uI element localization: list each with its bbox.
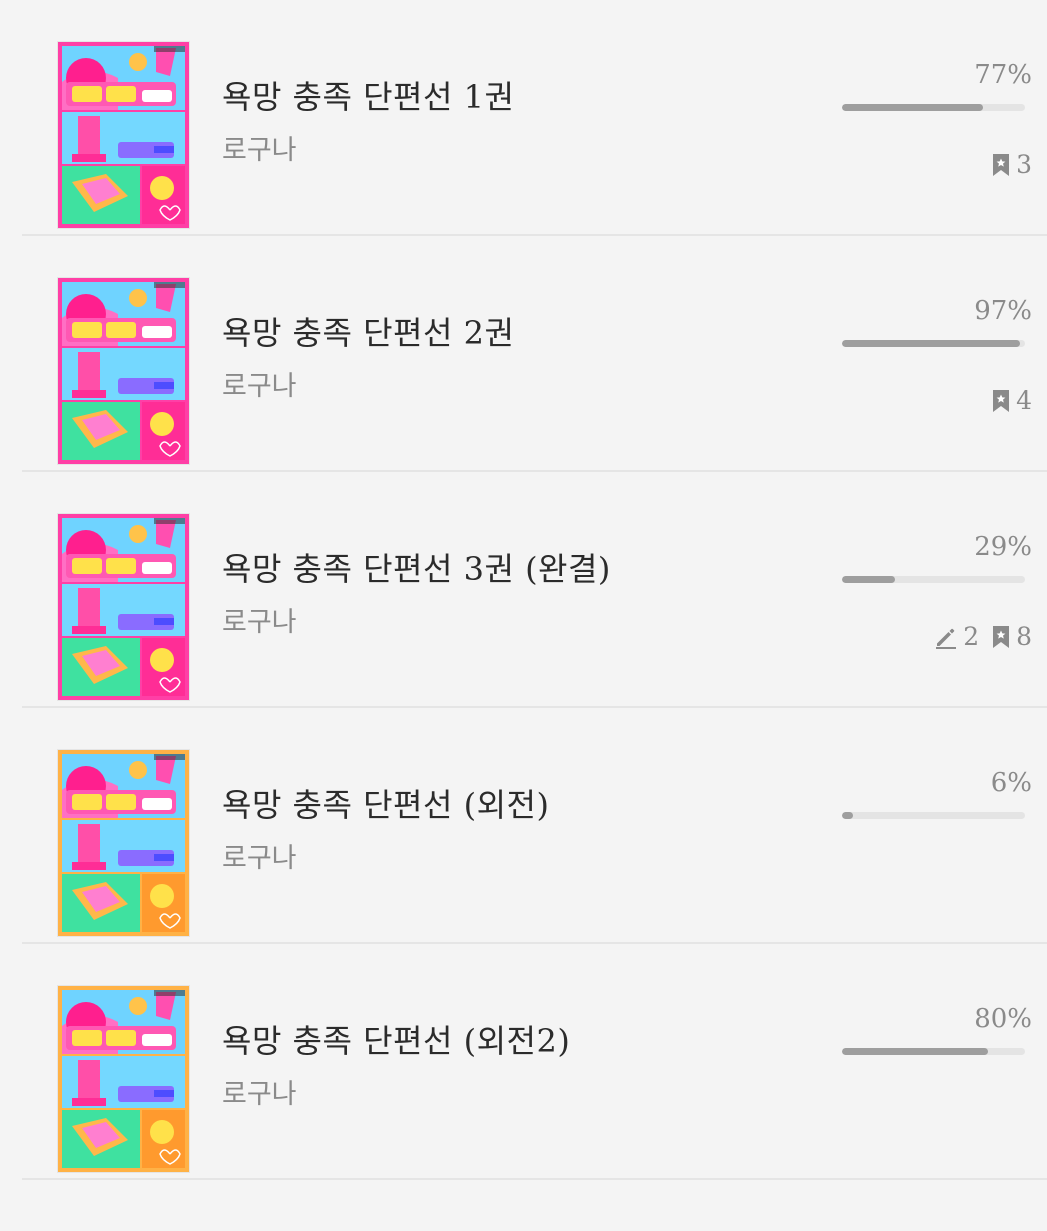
book-title: 욕망 충족 단편선 2권 [222, 314, 515, 352]
divider [22, 1178, 1047, 1180]
bookmark-count-value: 3 [1016, 150, 1032, 179]
bookmark-count: 4 [991, 386, 1032, 415]
progress-percent: 80% [974, 1004, 1032, 1034]
bookmark-icon [991, 153, 1011, 177]
book-cover [58, 42, 189, 228]
book-cover [58, 278, 189, 464]
pencil-icon [934, 625, 958, 649]
book-list: 욕망 충족 단편선 1권 로구나 77% 3 욕망 충족 단편선 2권 로구나 … [0, 0, 1047, 1180]
book-author: 로구나 [222, 607, 297, 638]
progress-bar-fill [842, 1048, 989, 1055]
book-list-item[interactable]: 욕망 충족 단편선 2권 로구나 97% 4 [0, 236, 1047, 472]
progress-bar-fill [842, 104, 983, 111]
book-list-item[interactable]: 욕망 충족 단편선 3권 (완결) 로구나 29% 2 8 [0, 472, 1047, 708]
progress-bar [842, 576, 1025, 583]
memo-count: 2 [934, 622, 979, 651]
progress-percent: 97% [974, 296, 1032, 326]
book-list-item[interactable]: 욕망 충족 단편선 (외전2) 로구나 80% [0, 944, 1047, 1180]
annotation-counts: 2 8 [934, 622, 1032, 651]
book-title: 욕망 충족 단편선 1권 [222, 78, 515, 116]
book-title: 욕망 충족 단편선 3권 (완결) [222, 550, 611, 588]
bookmark-icon [991, 389, 1011, 413]
progress-percent: 77% [974, 60, 1032, 90]
book-author: 로구나 [222, 843, 297, 874]
book-title: 욕망 충족 단편선 (외전) [222, 786, 550, 824]
book-author: 로구나 [222, 1079, 297, 1110]
progress-bar [842, 104, 1025, 111]
bookmark-count: 8 [991, 622, 1032, 651]
annotation-counts: 3 [991, 150, 1032, 179]
progress-bar [842, 340, 1025, 347]
memo-count-value: 2 [963, 622, 980, 651]
annotation-counts: 4 [991, 386, 1032, 415]
book-list-item[interactable]: 욕망 충족 단편선 1권 로구나 77% 3 [0, 0, 1047, 236]
book-author: 로구나 [222, 371, 297, 402]
book-cover [58, 750, 189, 936]
progress-bar [842, 1048, 1025, 1055]
book-list-item[interactable]: 욕망 충족 단편선 (외전) 로구나 6% [0, 708, 1047, 944]
book-author: 로구나 [222, 135, 297, 166]
progress-percent: 6% [990, 768, 1032, 798]
progress-bar-fill [842, 812, 853, 819]
book-cover [58, 514, 189, 700]
book-title: 욕망 충족 단편선 (외전2) [222, 1022, 571, 1060]
bookmark-count: 3 [991, 150, 1032, 179]
bookmark-count-value: 8 [1016, 622, 1032, 651]
bookmark-icon [991, 625, 1011, 649]
progress-percent: 29% [974, 532, 1032, 562]
book-cover [58, 986, 189, 1172]
progress-bar-fill [842, 340, 1020, 347]
bookmark-count-value: 4 [1016, 386, 1032, 415]
progress-bar [842, 812, 1025, 819]
progress-bar-fill [842, 576, 896, 583]
